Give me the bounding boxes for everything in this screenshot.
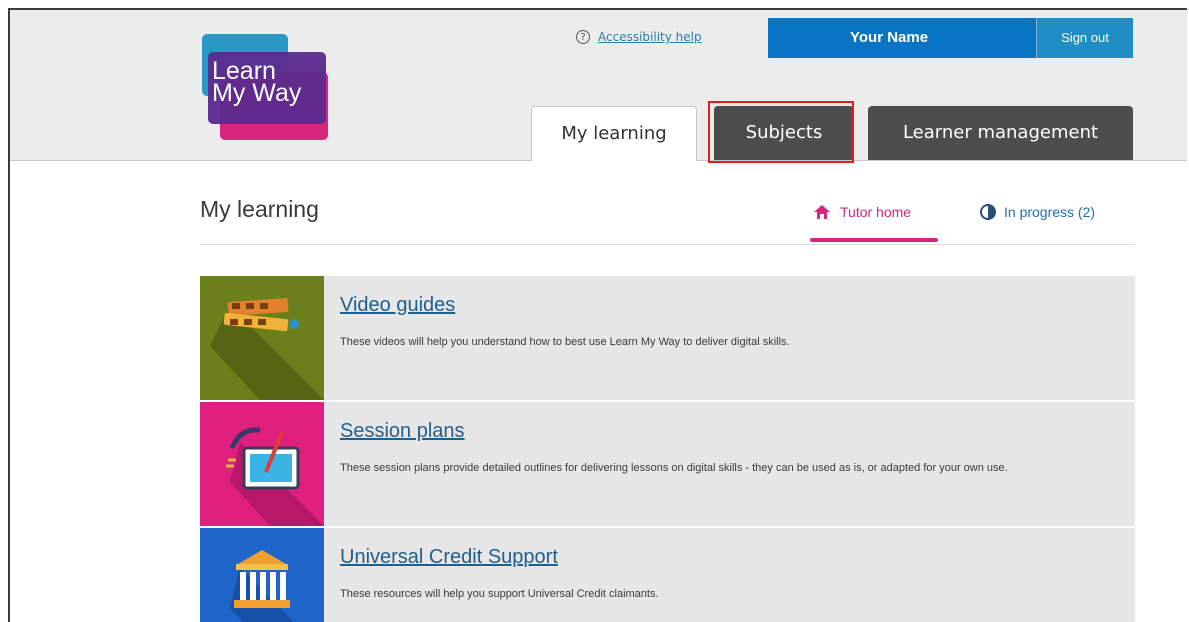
progress-icon — [980, 204, 996, 220]
film-strip-icon — [210, 298, 324, 400]
user-name[interactable]: Your Name — [850, 18, 928, 58]
logo-text: Learn My Way — [212, 57, 302, 107]
tab-my-learning[interactable]: My learning — [531, 106, 697, 161]
sign-out-button[interactable]: Sign out — [1036, 18, 1133, 58]
tutor-home-link[interactable]: Tutor home — [813, 204, 911, 220]
session-plans-thumbnail — [200, 402, 324, 526]
card-title[interactable]: Session plans — [340, 420, 465, 443]
card-universal-credit-support[interactable]: Universal Credit Support These resources… — [200, 528, 1135, 622]
card-title[interactable]: Video guides — [340, 294, 455, 317]
accessibility-help[interactable]: ? Accessibility help — [576, 30, 702, 44]
card-video-guides[interactable]: Video guides These videos will help you … — [200, 276, 1135, 400]
card-description: These resources will help you support Un… — [340, 588, 659, 600]
page-title: My learning — [200, 196, 319, 222]
accessibility-help-link[interactable]: Accessibility help — [598, 30, 702, 44]
question-mark-icon: ? — [576, 30, 590, 44]
in-progress-link[interactable]: In progress (2) — [980, 204, 1095, 220]
home-icon — [814, 205, 830, 219]
site-header: Learn My Way ? Accessibility help Your N… — [10, 10, 1187, 163]
tutor-home-label: Tutor home — [840, 204, 912, 220]
government-building-icon — [230, 550, 294, 622]
tab-subjects[interactable]: Subjects — [714, 106, 854, 160]
user-bar: Your Name Sign out — [768, 18, 1133, 58]
learn-my-way-logo[interactable]: Learn My Way — [198, 32, 358, 142]
app-frame: Learn My Way ? Accessibility help Your N… — [8, 8, 1187, 622]
universal-credit-thumbnail — [200, 528, 324, 622]
tab-learner-management[interactable]: Learner management — [868, 106, 1133, 160]
card-description: These session plans provide detailed out… — [340, 462, 1008, 474]
card-description: These videos will help you understand ho… — [340, 336, 790, 348]
section-divider — [200, 244, 1135, 245]
card-title[interactable]: Universal Credit Support — [340, 546, 558, 569]
card-session-plans[interactable]: Session plans These session plans provid… — [200, 402, 1135, 526]
video-guides-thumbnail — [200, 276, 324, 400]
active-nav-underline — [810, 238, 938, 242]
in-progress-label: In progress (2) — [1004, 204, 1096, 220]
tablet-icon — [226, 427, 324, 526]
